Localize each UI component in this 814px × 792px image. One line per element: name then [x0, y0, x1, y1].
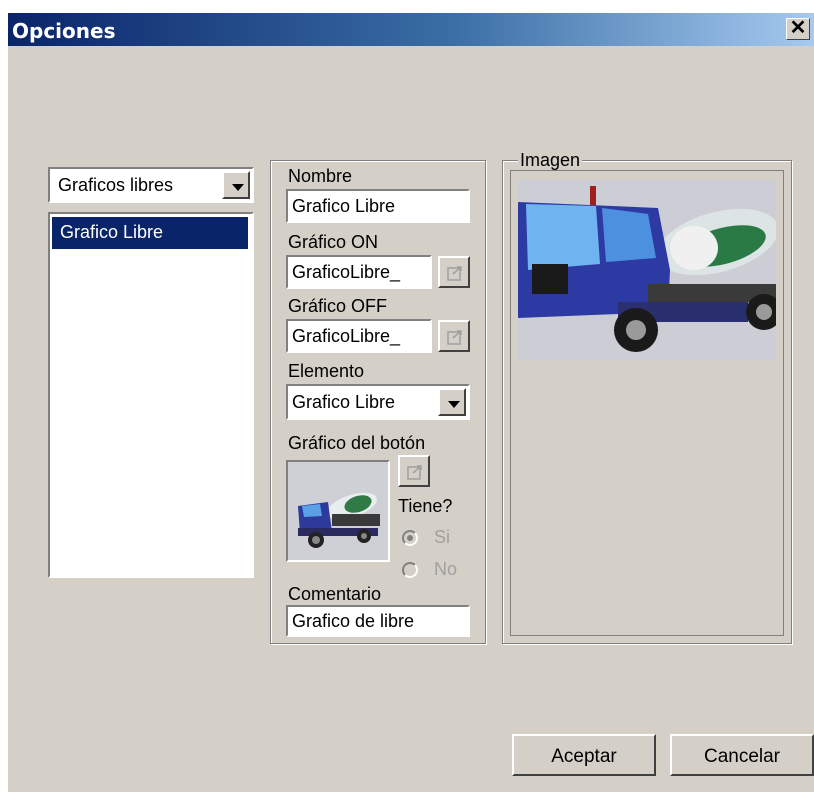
truck-icon [288, 462, 388, 560]
list-item[interactable]: Grafico Libre [52, 217, 248, 249]
button-graphic-preview [286, 460, 390, 562]
window-title: Opciones [12, 19, 116, 43]
chevron-down-icon[interactable] [438, 388, 466, 416]
radio-no[interactable] [402, 562, 418, 578]
truck-image [518, 180, 776, 360]
grafico-boton-label: Gráfico del botón [288, 433, 426, 453]
grafico-on-label: Gráfico ON [288, 232, 379, 252]
category-dropdown[interactable]: Graficos libres [48, 167, 254, 203]
browse-file-icon [447, 330, 462, 345]
elemento-label: Elemento [288, 361, 365, 381]
grafico-boton-browse-button[interactable] [398, 455, 430, 487]
list-item-label: Grafico Libre [60, 222, 164, 242]
elemento-dropdown-value: Grafico Libre [292, 392, 396, 412]
image-group-label: Imagen [518, 150, 583, 171]
grafico-off-browse-button[interactable] [438, 320, 470, 352]
category-dropdown-value: Graficos libres [58, 175, 174, 195]
graphics-list[interactable]: Grafico Libre [48, 212, 254, 578]
nombre-label: Nombre [288, 166, 353, 186]
comentario-label: Comentario [288, 584, 382, 604]
browse-file-icon [447, 266, 462, 281]
grafico-off-label: Gráfico OFF [288, 296, 388, 316]
accept-button[interactable]: Aceptar [512, 734, 656, 776]
grafico-on-browse-button[interactable] [438, 256, 470, 288]
cancel-button[interactable]: Cancelar [670, 734, 814, 776]
grafico-off-input[interactable]: GraficoLibre_ [286, 319, 432, 353]
tiene-label: Tiene? [398, 496, 453, 516]
nombre-input[interactable]: Grafico Libre [286, 189, 470, 223]
image-preview [518, 180, 776, 360]
elemento-dropdown[interactable]: Grafico Libre [286, 384, 470, 420]
close-button[interactable]: ✕ [786, 18, 810, 40]
chevron-down-icon[interactable] [222, 171, 250, 199]
title-bar[interactable]: Opciones ✕ [8, 13, 814, 46]
comentario-input[interactable]: Grafico de libre [286, 605, 470, 637]
radio-si[interactable] [402, 530, 418, 546]
radio-si-label: Si [434, 527, 451, 547]
browse-file-icon [407, 465, 422, 480]
grafico-on-input[interactable]: GraficoLibre_ [286, 255, 432, 289]
radio-no-label: No [434, 559, 458, 579]
